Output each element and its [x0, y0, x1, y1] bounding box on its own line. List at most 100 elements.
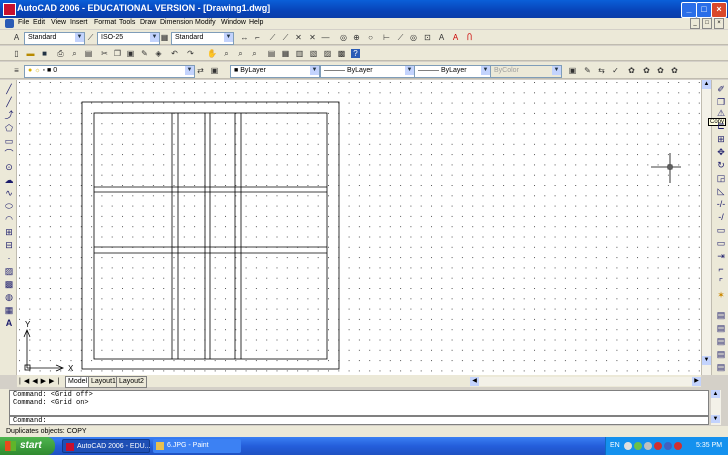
dim-text-edit-icon[interactable]: A — [451, 33, 460, 42]
menu-insert[interactable]: Insert — [70, 19, 88, 26]
polygon-icon[interactable]: ⬠ — [4, 123, 14, 133]
text-style-select[interactable]: Standard ▼ — [24, 32, 85, 45]
offset-icon[interactable]: ⊏ — [716, 121, 726, 131]
scroll-down-icon[interactable]: ▼ — [711, 415, 720, 423]
tray-network-icon[interactable] — [634, 442, 642, 450]
tray-help-icon[interactable] — [624, 442, 632, 450]
layers-extra-icon-5[interactable]: ✿ — [627, 66, 636, 75]
lineweight-select[interactable]: ——— ByLayer ▼ — [414, 65, 491, 78]
baseline-icon[interactable]: ○ — [366, 33, 375, 42]
layers-extra-icon-6[interactable]: ✿ — [642, 66, 651, 75]
join-icon[interactable]: ⇥ — [716, 251, 726, 261]
erase-icon[interactable]: ✐ — [716, 84, 726, 94]
ellipse-arc-icon[interactable]: ◠ — [4, 214, 14, 224]
copy-clip-icon[interactable]: ❐ — [113, 49, 122, 58]
extend-icon[interactable]: -/ — [716, 212, 726, 222]
menu-dimension[interactable]: Dimension — [160, 19, 193, 26]
scroll-left-icon[interactable]: ◀ — [470, 377, 479, 386]
layers-extra-icon-2[interactable]: ✎ — [583, 66, 592, 75]
tolerance-icon[interactable]: ◎ — [409, 33, 418, 42]
chamfer-icon[interactable]: ⌐ — [716, 264, 726, 274]
plotstyle-select[interactable]: ByColor ▼ — [490, 65, 562, 78]
drawing-area[interactable]: Y X — [17, 80, 701, 375]
multiline-text-icon[interactable]: A — [4, 318, 14, 328]
taskbar-item-paint[interactable]: 6.JPG - Paint — [153, 439, 241, 453]
tray-volume-icon[interactable] — [644, 442, 652, 450]
dim-style-select[interactable]: ISO-25 ▼ — [97, 32, 160, 45]
angular-icon[interactable]: ◎ — [339, 33, 348, 42]
publish-icon[interactable]: ▤ — [84, 49, 93, 58]
language-indicator[interactable]: EN — [610, 437, 620, 455]
dim-style-icon[interactable]: ⟋ — [86, 33, 95, 42]
block-editor-icon[interactable]: ◈ — [154, 49, 163, 58]
zoom-window-icon[interactable]: ⌕ — [236, 49, 245, 58]
tab-layout1[interactable]: Layout1 — [88, 376, 119, 388]
draw-order-above-icon[interactable]: ▤ — [716, 349, 726, 359]
plot-preview-icon[interactable]: ⌕ — [70, 49, 79, 58]
point-icon[interactable]: · — [4, 253, 14, 263]
plot-icon[interactable]: ⎙ — [56, 49, 65, 58]
spline-icon[interactable]: ∿ — [4, 188, 14, 198]
draw-order-front-icon[interactable]: ▤ — [716, 323, 726, 333]
region-icon[interactable]: ◍ — [4, 292, 14, 302]
design-center-icon[interactable]: ▦ — [281, 49, 290, 58]
draw-order-icon[interactable]: ▤ — [716, 310, 726, 320]
copy-icon[interactable]: ❐ — [716, 97, 726, 107]
tray-app-icon[interactable] — [674, 442, 682, 450]
linear-dim-icon[interactable]: ↔ — [240, 33, 249, 42]
layer-manager-icon[interactable]: ≡ — [12, 66, 21, 75]
scroll-up-icon[interactable]: ▲ — [711, 390, 720, 398]
draw-order-under-icon[interactable]: ▤ — [716, 362, 726, 372]
leader-icon[interactable]: ⟋ — [396, 33, 405, 42]
menu-view[interactable]: View — [51, 19, 66, 26]
circle-icon[interactable]: ⊙ — [4, 162, 14, 172]
hatch-icon[interactable]: ▨ — [4, 266, 14, 276]
continue-icon[interactable]: ⊢ — [382, 33, 391, 42]
insert-block-icon[interactable]: ⊞ — [4, 227, 14, 237]
aligned-dim-icon[interactable]: ⌐ — [253, 33, 262, 42]
help-icon[interactable]: ? — [351, 49, 360, 58]
rotate-icon[interactable]: ↻ — [716, 160, 726, 170]
minimize-button[interactable]: _ — [681, 2, 697, 18]
gradient-icon[interactable]: ▩ — [4, 279, 14, 289]
dim-update-icon[interactable]: Ⴖ — [465, 33, 474, 42]
break-icon[interactable]: ▭ — [716, 238, 726, 248]
document-icon[interactable] — [5, 19, 14, 28]
horizontal-scrollbar[interactable]: ◀ ▶ — [470, 377, 701, 386]
table-style-select[interactable]: Standard ▼ — [171, 32, 234, 45]
scale-icon[interactable]: ◲ — [716, 173, 726, 183]
arc-length-icon[interactable]: ⟋ — [268, 33, 277, 42]
dim-edit-icon[interactable]: A — [437, 33, 446, 42]
zoom-previous-icon[interactable]: ⌕ — [250, 49, 259, 58]
new-icon[interactable]: ▯ — [12, 49, 21, 58]
layers-extra-icon-1[interactable]: ▣ — [568, 66, 577, 75]
menu-modify[interactable]: Modify — [195, 19, 216, 26]
break-point-icon[interactable]: ▭ — [716, 225, 726, 235]
polyline-icon[interactable]: ⤴ — [4, 110, 14, 120]
menu-file[interactable]: File — [18, 19, 29, 26]
undo-icon[interactable]: ↶ — [170, 49, 179, 58]
color-select[interactable]: ■ ByLayer ▼ — [230, 65, 320, 78]
markup-icon[interactable]: ▨ — [323, 49, 332, 58]
command-input[interactable]: Command: — [9, 416, 709, 425]
zoom-realtime-icon[interactable]: ⌕ — [222, 49, 231, 58]
layer-previous-icon[interactable]: ▣ — [210, 66, 219, 75]
quick-dim-icon[interactable]: ⊕ — [352, 33, 361, 42]
linetype-select[interactable]: ——— ByLayer ▼ — [320, 65, 415, 78]
line-icon[interactable]: ╱ — [4, 84, 14, 94]
taskbar-item-autocad[interactable]: AutoCAD 2006 - EDU... — [62, 439, 151, 453]
table-icon[interactable]: ▦ — [4, 305, 14, 315]
scroll-down-icon[interactable]: ▼ — [702, 356, 711, 365]
doc-restore-button[interactable]: □ — [702, 18, 712, 29]
draw-order-back-icon[interactable]: ▤ — [716, 336, 726, 346]
explode-icon[interactable]: ✶ — [716, 290, 726, 300]
menu-tools[interactable]: Tools — [119, 19, 135, 26]
revision-cloud-icon[interactable]: ☁ — [4, 175, 14, 185]
layers-extra-icon-4[interactable]: ✓ — [611, 66, 620, 75]
menu-help[interactable]: Help — [249, 19, 263, 26]
arc-icon[interactable]: ⌒ — [4, 149, 14, 159]
autocad-app-icon[interactable] — [3, 3, 16, 16]
tray-antivirus-icon[interactable] — [654, 442, 662, 450]
cut-icon[interactable]: ✂ — [100, 49, 109, 58]
close-button[interactable]: × — [711, 2, 727, 18]
